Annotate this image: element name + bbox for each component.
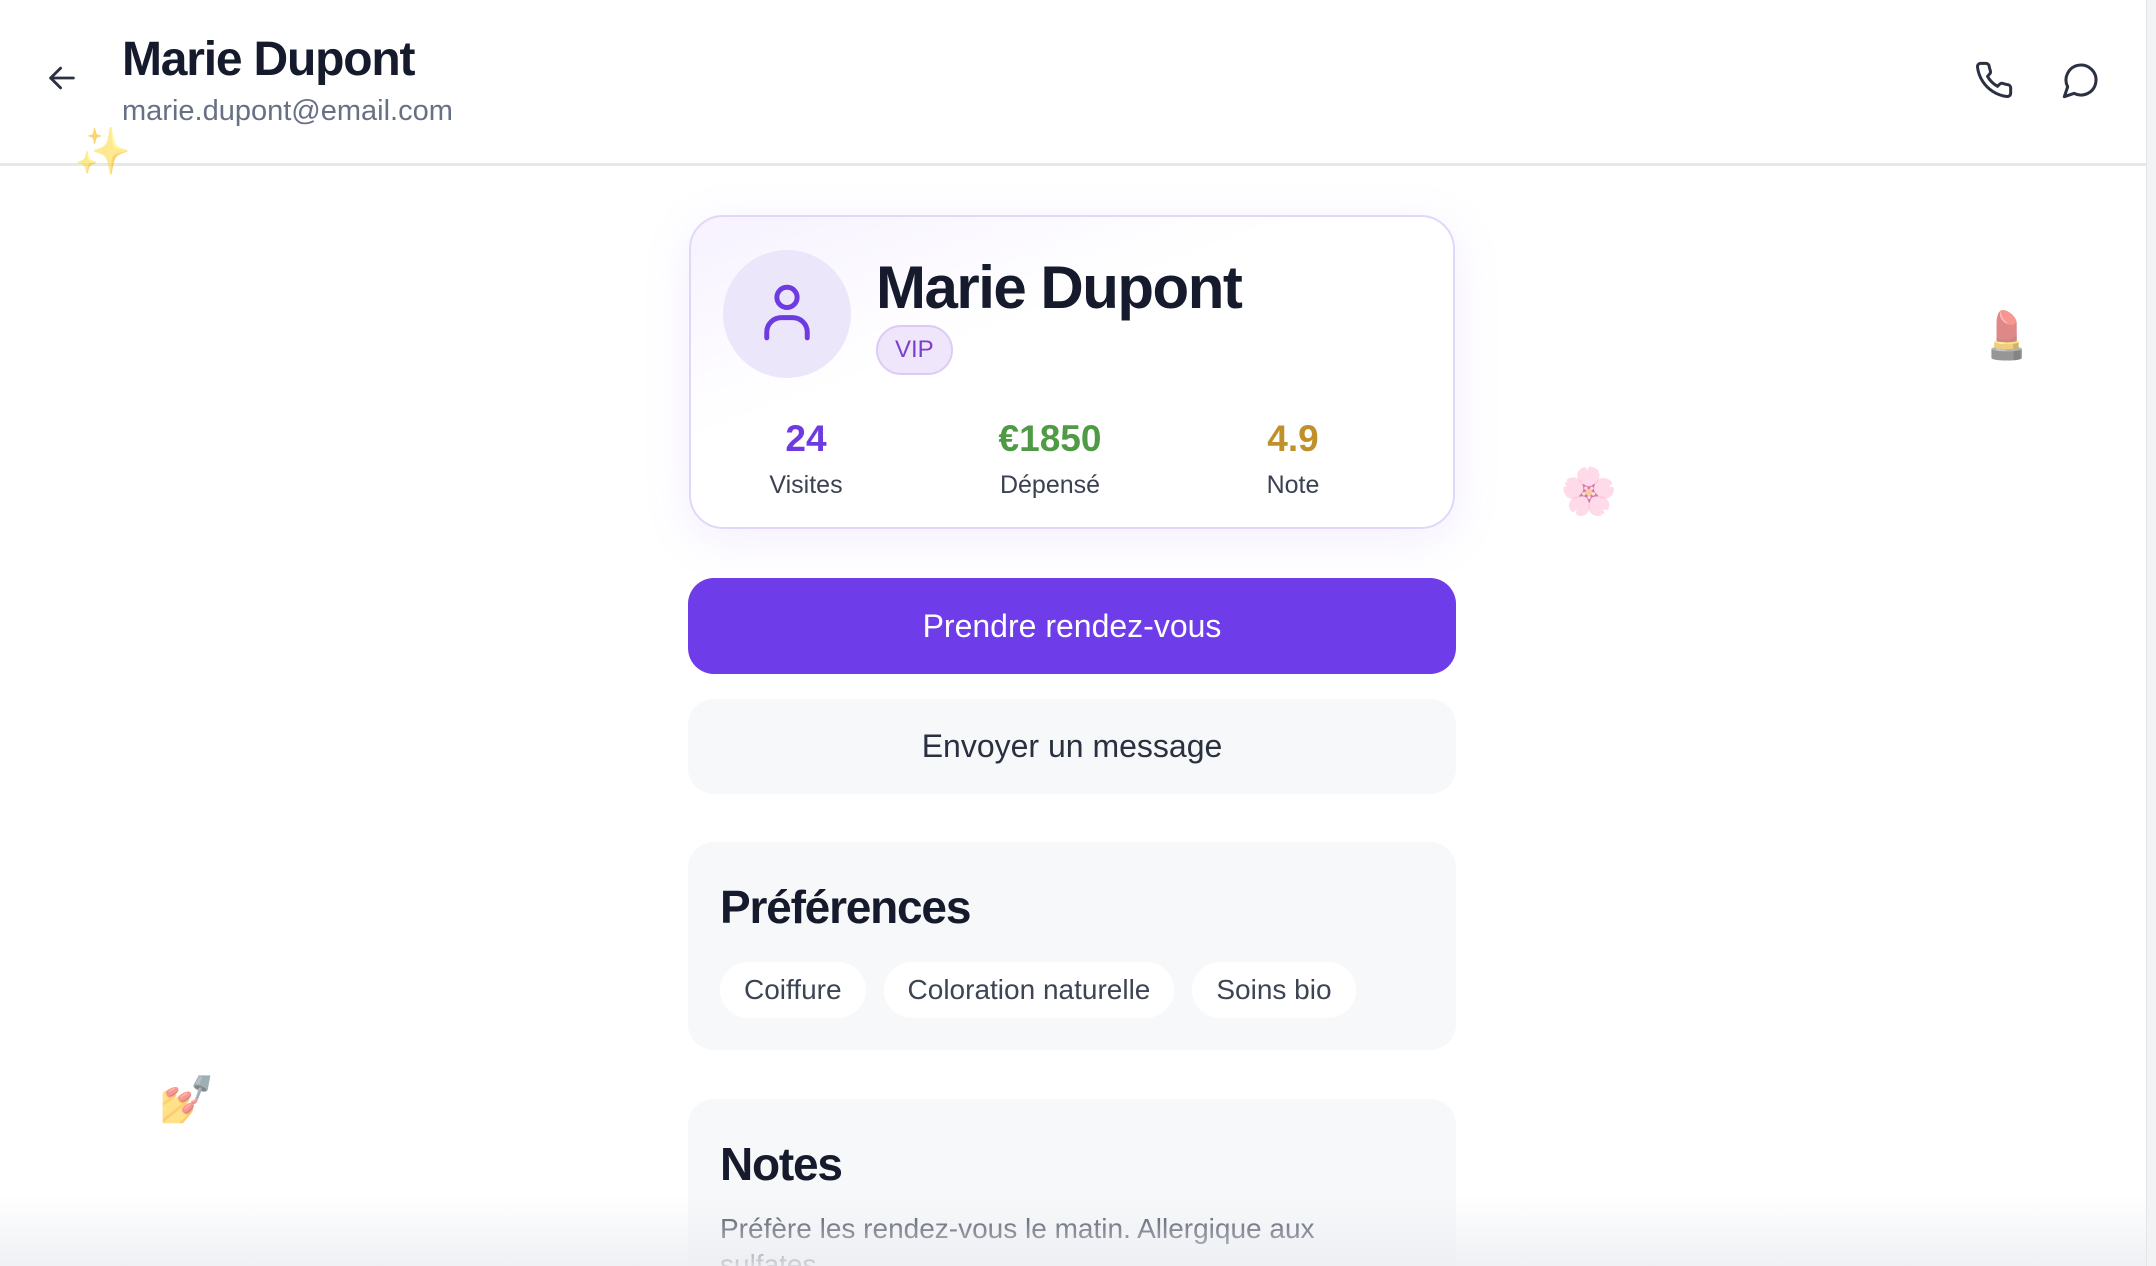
preferences-chips: Coiffure Coloration naturelle Soins bio xyxy=(720,962,1356,1018)
preferences-card: Préférences Coiffure Coloration naturell… xyxy=(688,842,1456,1050)
lipstick-decoration: 💄 xyxy=(1978,309,2036,361)
stat-label: Dépensé xyxy=(999,471,1101,499)
stat-value: 24 xyxy=(785,418,827,459)
preference-chip: Coiffure xyxy=(720,962,866,1018)
notes-text: Préfère les rendez-vous le matin. Allerg… xyxy=(720,1213,1315,1266)
avatar xyxy=(723,250,851,378)
stat-value: €1850 xyxy=(998,418,1102,459)
call-button[interactable] xyxy=(1968,56,2020,108)
preferences-title: Préférences xyxy=(720,881,971,933)
preference-chip: Coloration naturelle xyxy=(883,962,1175,1018)
stat-spent: €1850 Dépensé xyxy=(940,417,1160,500)
stat-rating: 4.9 Note xyxy=(1183,417,1403,500)
header-email: marie.dupont@email.com xyxy=(122,95,453,127)
stat-label: Visites xyxy=(769,471,843,499)
top-app-bar: Marie Dupont marie.dupont@email.com xyxy=(0,0,2146,166)
sparkles-decoration: ✨ xyxy=(74,125,132,177)
flower-decoration: 🌸 xyxy=(1560,465,1618,517)
send-message-button[interactable]: Envoyer un message xyxy=(688,699,1456,794)
vip-badge: VIP xyxy=(876,325,953,375)
header-title: Marie Dupont xyxy=(122,33,415,86)
notes-title: Notes xyxy=(720,1138,843,1190)
message-button[interactable] xyxy=(2055,56,2107,108)
client-profile-page: Marie Dupont marie.dupont@email.com ✨ 💄 … xyxy=(0,0,2156,1266)
page-scrollbar[interactable] xyxy=(2146,0,2156,1266)
profile-name: Marie Dupont xyxy=(876,254,1243,321)
arrow-left-icon xyxy=(45,61,79,100)
message-circle-icon xyxy=(2061,60,2101,105)
book-appointment-button[interactable]: Prendre rendez-vous xyxy=(688,578,1456,674)
back-button[interactable] xyxy=(38,56,86,104)
nail-polish-decoration: 💅 xyxy=(158,1073,216,1125)
preference-chip: Soins bio xyxy=(1192,962,1356,1018)
user-icon xyxy=(760,281,814,348)
stat-visits: 24 Visites xyxy=(696,417,916,500)
profile-card: Marie Dupont VIP 24 Visites €1850 Dépens… xyxy=(689,215,1455,529)
phone-icon xyxy=(1974,60,2014,105)
stat-label: Note xyxy=(1266,471,1320,499)
stat-value: 4.9 xyxy=(1267,418,1319,459)
notes-card: Notes Préfère les rendez-vous le matin. … xyxy=(688,1099,1456,1266)
